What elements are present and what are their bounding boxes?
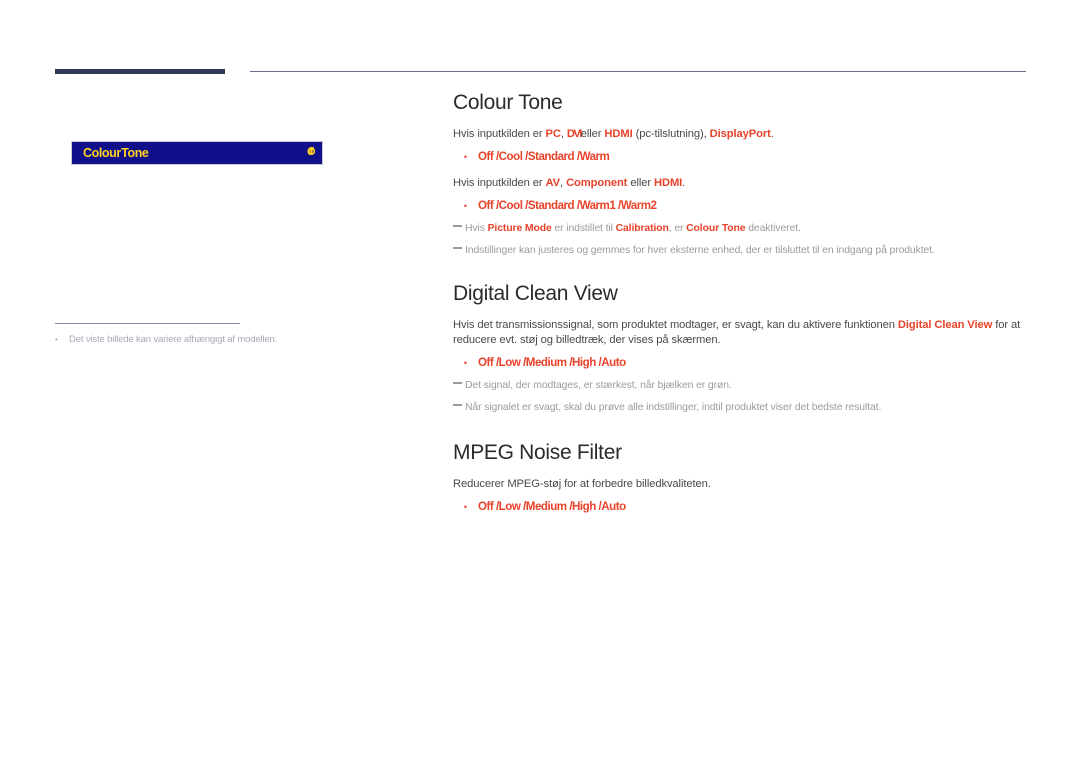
- colour-tone-note-1: Hvis Picture Mode er indstillet til Cali…: [453, 222, 1028, 236]
- hl-hdmi-av: HDMI: [653, 177, 683, 189]
- hl-calibration: Calibration: [615, 223, 669, 234]
- colour-tone-options-pc-text: Off /Cool /Standard /Warm: [478, 150, 610, 163]
- header-accent-bar: [55, 69, 225, 74]
- colour-tone-note-1-text: Hvis Picture Mode er indstillet til Cali…: [465, 223, 801, 234]
- colour-tone-note-2-text: Indstillinger kan justeres og gemmes for…: [465, 245, 935, 256]
- bullet-dot-icon: •: [463, 152, 468, 162]
- note-dash-icon: [453, 244, 465, 258]
- hl-component: Component: [566, 177, 628, 189]
- osd-menu-row-colour-tone[interactable]: Colour Tone Off: [71, 141, 323, 165]
- digital-clean-view-note-1-text: Det signal, der modtages, er stærkest, n…: [465, 380, 732, 391]
- hl-colour-tone: Colour Tone: [686, 223, 746, 234]
- note-dash-icon: [453, 401, 465, 415]
- hl-digital-clean-view: Digital Clean View: [897, 319, 993, 331]
- mpeg-noise-filter-intro: Reducerer MPEG-støj for at forbedre bill…: [453, 478, 711, 490]
- bullet-dot-icon: •: [463, 358, 468, 368]
- hl-av: AV: [545, 177, 561, 189]
- section-title-colour-tone: Colour Tone: [453, 91, 563, 114]
- bullet-dot-icon: •: [463, 201, 468, 211]
- section-title-mpeg-noise-filter: MPEG Noise Filter: [453, 441, 622, 464]
- colour-tone-note-2: Indstillinger kan justeres og gemmes for…: [453, 244, 1028, 258]
- hl-hdmi: HDMI: [604, 128, 633, 140]
- hl-dvi: DVI: [566, 128, 582, 140]
- section-title-digital-clean-view: Digital Clean View: [453, 282, 618, 305]
- digital-clean-view-note-1: Det signal, der modtages, er stærkest, n…: [453, 379, 1028, 393]
- colour-tone-options-pc: • Off /Cool /Standard /Warm: [453, 149, 1028, 165]
- digital-clean-view-note-2: Når signalet er svagt, skal du prøve all…: [453, 401, 1028, 415]
- mpeg-noise-filter-options: • Off /Low /Medium /High /Auto: [453, 499, 1028, 515]
- page-header-rules: [0, 0, 1080, 80]
- colour-tone-intro-pc: Hvis inputkilden er PC, DVIeller HDMI (p…: [453, 128, 774, 140]
- figure-note-text: Det viste billede kan variere afhængigt …: [69, 334, 278, 345]
- colour-tone-intro-av: Hvis inputkilden er AV, Component eller …: [453, 177, 686, 189]
- note-dash-icon: [453, 379, 465, 393]
- header-divider-line: [250, 71, 1026, 72]
- figure-note-divider: [55, 323, 240, 324]
- bullet-dot-icon: •: [463, 502, 468, 512]
- digital-clean-view-options: • Off /Low /Medium /High /Auto: [453, 355, 1028, 371]
- colour-tone-options-av: • Off /Cool /Standard /Warm1 /Warm2: [453, 198, 1028, 214]
- main-content-column: Colour Tone Hvis inputkilden er PC, DVIe…: [453, 90, 1028, 515]
- note-dash-icon: [453, 222, 465, 236]
- digital-clean-view-intro: Hvis det transmissionssignal, som produk…: [453, 319, 1021, 346]
- figure-note: • Det viste billede kan variere afhængig…: [55, 333, 385, 347]
- colour-tone-options-av-text: Off /Cool /Standard /Warm1 /Warm2: [478, 199, 657, 212]
- digital-clean-view-note-2-text: Når signalet er svagt, skal du prøve all…: [465, 402, 882, 413]
- hl-displayport: DisplayPort: [709, 128, 771, 140]
- hl-picture-mode: Picture Mode: [487, 223, 552, 234]
- digital-clean-view-options-text: Off /Low /Medium /High /Auto: [478, 356, 626, 369]
- mpeg-noise-filter-options-text: Off /Low /Medium /High /Auto: [478, 500, 626, 513]
- osd-menu-label: Colour Tone: [83, 146, 149, 160]
- hl-pc: PC: [545, 128, 561, 140]
- left-figure-column: Colour Tone Off • Det viste billede kan …: [55, 90, 385, 347]
- figure-note-bullet: •: [55, 335, 58, 344]
